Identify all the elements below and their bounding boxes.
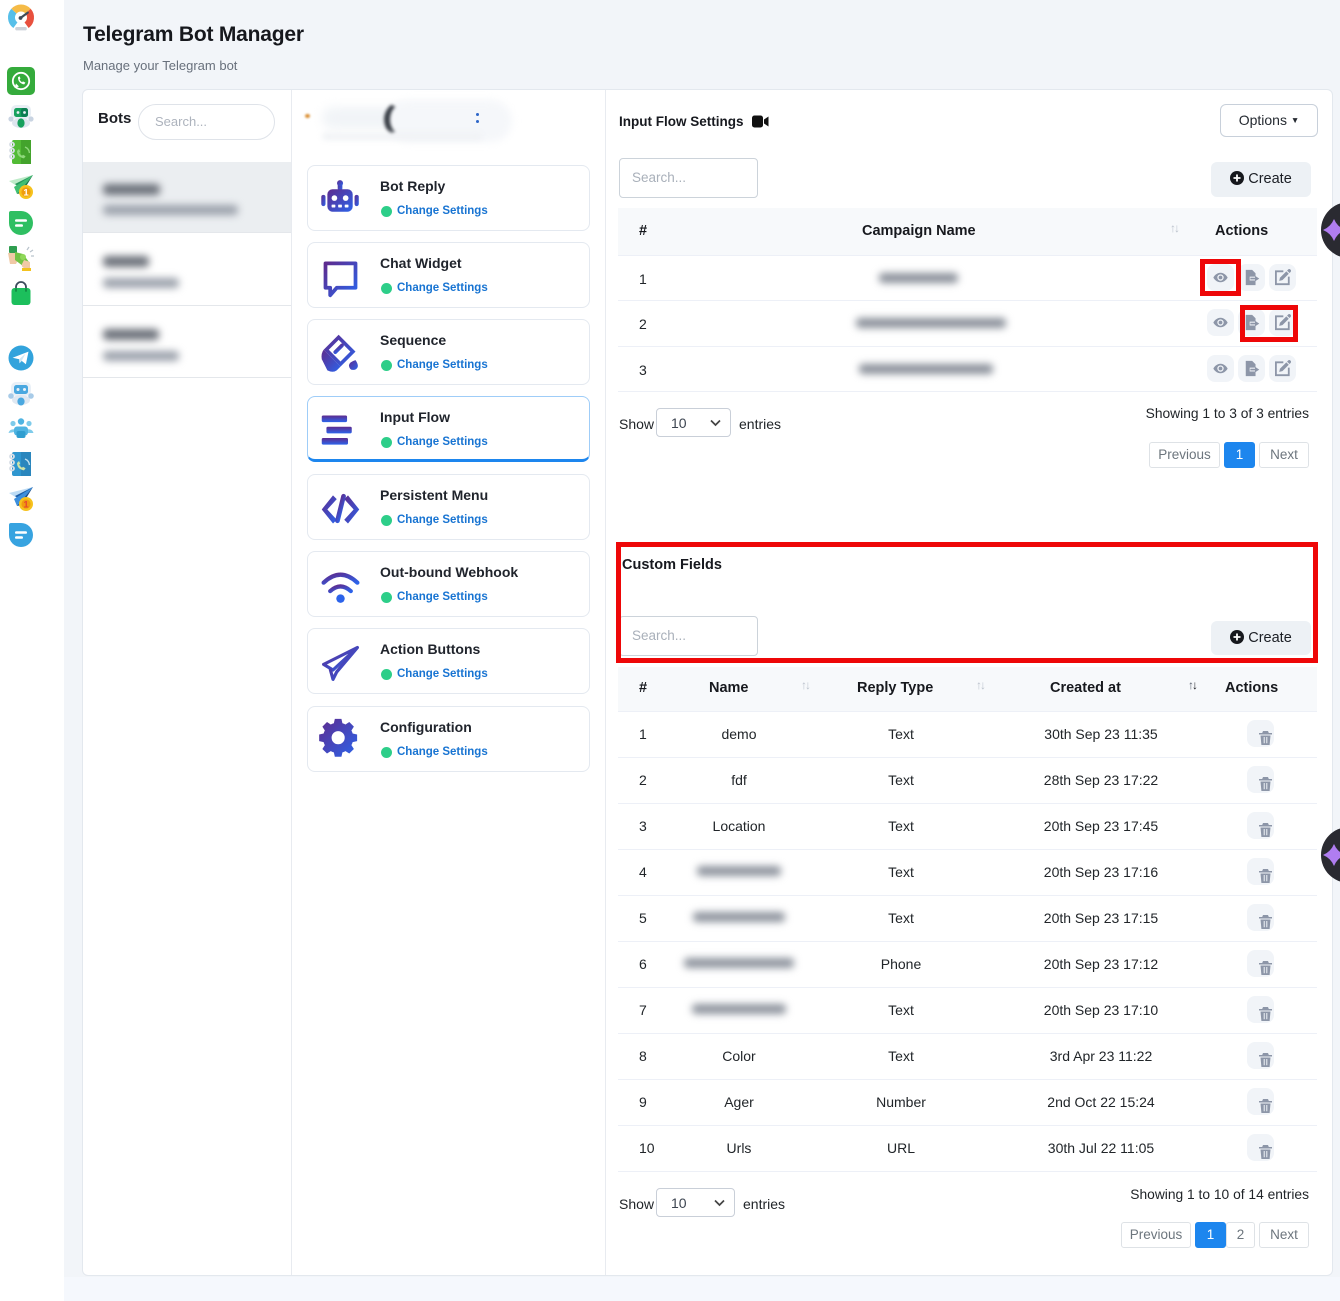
svg-text:1: 1	[23, 500, 29, 511]
svg-text:1: 1	[23, 188, 29, 199]
